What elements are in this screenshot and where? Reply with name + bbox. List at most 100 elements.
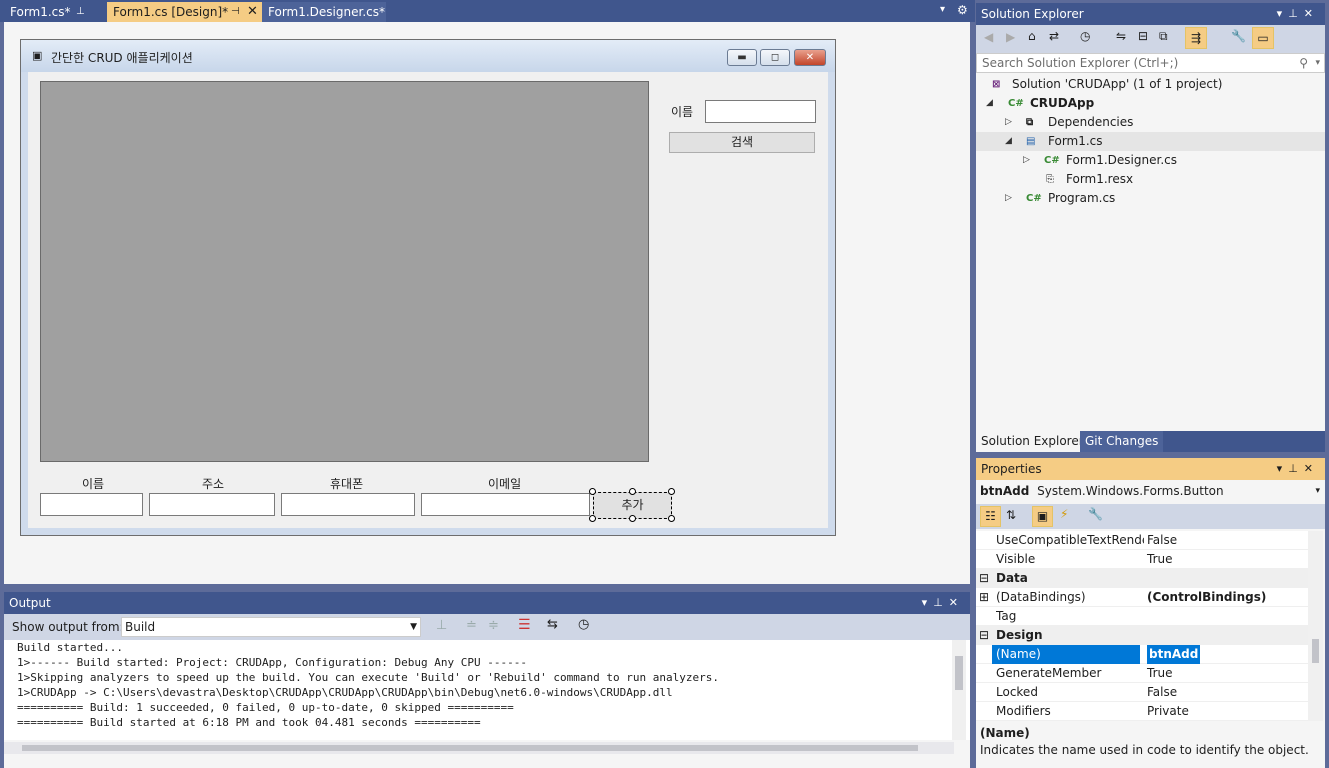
settings-gear-icon[interactable]: ⚙ bbox=[957, 3, 968, 17]
clear-all-icon[interactable]: ☰ bbox=[518, 617, 531, 633]
output-horizontal-scrollbar[interactable] bbox=[4, 742, 954, 754]
properties-wrench-icon[interactable]: 🔧 bbox=[1231, 29, 1246, 43]
previous-message-icon[interactable]: ≐ bbox=[466, 618, 477, 633]
csharp-project-icon: C# bbox=[1008, 98, 1024, 109]
expand-icon[interactable]: ⊞ bbox=[979, 588, 989, 607]
dropdown-icon[interactable]: ▾ bbox=[1277, 462, 1289, 475]
pin-icon[interactable]: ⊥ bbox=[76, 2, 85, 22]
search-button[interactable]: 검색 bbox=[669, 132, 815, 153]
preview-pane-icon[interactable]: ▭ bbox=[1252, 27, 1274, 49]
tree-item-program-cs[interactable]: ▷ C# Program.cs bbox=[976, 189, 1325, 208]
form-window[interactable]: ▣ 간단한 CRUD 애플리케이션 ▬ ◻ ✕ 이름 검색 이름 주소 휴대폰 … bbox=[20, 39, 836, 536]
tree-item-form1-cs[interactable]: ◢ ▤ Form1.cs bbox=[976, 132, 1325, 151]
property-category[interactable]: ⊟ Design bbox=[976, 626, 1308, 645]
show-all-files-icon[interactable]: ⧉ bbox=[1159, 29, 1168, 44]
collapse-icon[interactable]: ⊟ bbox=[979, 569, 989, 588]
home-icon[interactable]: ⌂ bbox=[1028, 29, 1036, 43]
events-lightning-icon[interactable]: ⚡ bbox=[1060, 507, 1068, 521]
data-grid-view[interactable] bbox=[40, 81, 649, 462]
dropdown-icon[interactable]: ▾ bbox=[922, 596, 934, 609]
search-name-input[interactable] bbox=[705, 100, 816, 123]
tree-item-label: Solution 'CRUDApp' (1 of 1 project) bbox=[1012, 77, 1223, 91]
tab-form1-code[interactable]: Form1.cs* ⊥ bbox=[4, 2, 107, 22]
find-message-icon[interactable]: ⊥ bbox=[436, 618, 447, 633]
scrollbar-thumb[interactable] bbox=[22, 745, 918, 751]
tree-item-form1-resx[interactable]: ⎘ Form1.resx bbox=[976, 170, 1325, 189]
chevron-down-icon[interactable]: ▾ bbox=[1315, 54, 1320, 72]
minimize-icon[interactable]: ▬ bbox=[727, 49, 757, 66]
close-window-icon[interactable]: ✕ bbox=[794, 49, 826, 66]
resize-handle[interactable] bbox=[629, 515, 636, 522]
collapse-all-icon[interactable]: ⊟ bbox=[1138, 29, 1148, 43]
property-row-selected[interactable]: (Name) btnAdd bbox=[976, 645, 1308, 664]
back-icon[interactable]: ◀ bbox=[984, 30, 993, 44]
search-icon[interactable]: ⚲ bbox=[1299, 54, 1308, 72]
properties-panel: Properties ▾⊥✕ btnAdd System.Windows.For… bbox=[976, 458, 1325, 768]
object-selector[interactable]: btnAdd System.Windows.Forms.Button ▾ bbox=[980, 480, 1320, 502]
property-row[interactable]: Modifiers Private bbox=[976, 702, 1308, 721]
phone-input[interactable] bbox=[281, 493, 415, 516]
property-row[interactable]: GenerateMember True bbox=[976, 664, 1308, 683]
property-pages-icon[interactable]: 🔧 bbox=[1088, 507, 1103, 521]
resize-handle[interactable] bbox=[589, 515, 596, 522]
scrollbar-thumb[interactable] bbox=[1312, 639, 1319, 663]
properties-icon[interactable]: ▣ bbox=[1032, 506, 1053, 527]
name-input[interactable] bbox=[40, 493, 143, 516]
address-input[interactable] bbox=[149, 493, 275, 516]
collapse-icon[interactable]: ⊟ bbox=[979, 626, 989, 645]
email-input[interactable] bbox=[421, 493, 590, 516]
preview-selected-items-icon[interactable]: ⇶ bbox=[1185, 27, 1207, 49]
show-output-from-label: Show output from: bbox=[12, 620, 124, 634]
output-source-select[interactable]: Build ▼ bbox=[121, 617, 421, 637]
tab-solution-explorer[interactable]: Solution Explorer bbox=[976, 431, 1089, 452]
pending-changes-filter-icon[interactable]: ◷ bbox=[1080, 29, 1090, 43]
tab-form1-designer-cs[interactable]: Form1.Designer.cs* bbox=[262, 2, 386, 22]
categorized-icon[interactable]: ☷ bbox=[980, 506, 1001, 527]
tree-item-form1-designer-cs[interactable]: ▷ C# Form1.Designer.cs bbox=[976, 151, 1325, 170]
tab-git-changes[interactable]: Git Changes bbox=[1080, 431, 1164, 452]
tree-item-project[interactable]: ◢ C# CRUDApp bbox=[976, 94, 1325, 113]
alphabetical-icon[interactable]: ⇅ bbox=[1006, 508, 1016, 522]
property-category[interactable]: ⊟ Data bbox=[976, 569, 1308, 588]
property-row[interactable]: Locked False bbox=[976, 683, 1308, 702]
close-icon[interactable]: ✕ bbox=[949, 596, 964, 609]
resize-handle[interactable] bbox=[589, 488, 596, 495]
property-grid-scrollbar[interactable] bbox=[1308, 531, 1323, 721]
expanded-arrow-icon[interactable]: ◢ bbox=[1005, 132, 1012, 151]
resize-handle[interactable] bbox=[629, 488, 636, 495]
sync-with-document-icon[interactable]: ⇋ bbox=[1116, 29, 1126, 43]
property-row[interactable]: UseCompatibleTextRenderirFalse bbox=[976, 531, 1308, 550]
collapsed-arrow-icon[interactable]: ▷ bbox=[1005, 113, 1012, 132]
tree-item-dependencies[interactable]: ▷ ⧉ Dependencies bbox=[976, 113, 1325, 132]
switch-views-icon[interactable]: ⇄ bbox=[1049, 29, 1059, 43]
next-message-icon[interactable]: ≑ bbox=[488, 618, 499, 633]
tree-item-solution[interactable]: ⊠ Solution 'CRUDApp' (1 of 1 project) bbox=[976, 75, 1325, 94]
pin-icon[interactable]: ⊥ bbox=[1288, 462, 1304, 475]
resize-handle[interactable] bbox=[668, 515, 675, 522]
collapsed-arrow-icon[interactable]: ▷ bbox=[1005, 189, 1012, 208]
collapsed-arrow-icon[interactable]: ▷ bbox=[1023, 151, 1030, 170]
scrollbar-thumb[interactable] bbox=[955, 656, 963, 690]
close-icon[interactable]: ✕ bbox=[247, 2, 258, 22]
output-vertical-scrollbar[interactable] bbox=[952, 640, 966, 740]
expanded-arrow-icon[interactable]: ◢ bbox=[986, 94, 993, 113]
property-row[interactable]: ⊞ (DataBindings) (ControlBindings) bbox=[976, 588, 1308, 607]
word-wrap-icon[interactable]: ⇆ bbox=[547, 617, 558, 632]
forward-icon[interactable]: ▶ bbox=[1006, 30, 1015, 44]
dropdown-icon[interactable]: ▾ bbox=[1277, 7, 1289, 20]
tab-form1-design[interactable]: Form1.cs [Design]* ⊣ ✕ bbox=[107, 2, 262, 22]
solution-search-input[interactable]: Search Solution Explorer (Ctrl+;) ⚲ ▾ bbox=[976, 53, 1325, 73]
tab-overflow-dropdown-icon[interactable]: ▾ bbox=[940, 4, 945, 15]
timestamp-icon[interactable]: ◷ bbox=[578, 617, 589, 632]
pin-icon[interactable]: ⊣ bbox=[231, 2, 240, 22]
property-row[interactable]: Visible True bbox=[976, 550, 1308, 569]
resize-handle[interactable] bbox=[668, 488, 675, 495]
property-value-input[interactable]: btnAdd bbox=[1147, 645, 1201, 664]
maximize-icon[interactable]: ◻ bbox=[760, 49, 790, 66]
pin-icon[interactable]: ⊥ bbox=[933, 596, 949, 609]
property-row[interactable]: Tag bbox=[976, 607, 1308, 626]
close-icon[interactable]: ✕ bbox=[1304, 462, 1319, 475]
output-log[interactable]: Build started... 1>------ Build started: … bbox=[4, 640, 970, 740]
pin-icon[interactable]: ⊥ bbox=[1288, 7, 1304, 20]
close-icon[interactable]: ✕ bbox=[1304, 7, 1319, 20]
